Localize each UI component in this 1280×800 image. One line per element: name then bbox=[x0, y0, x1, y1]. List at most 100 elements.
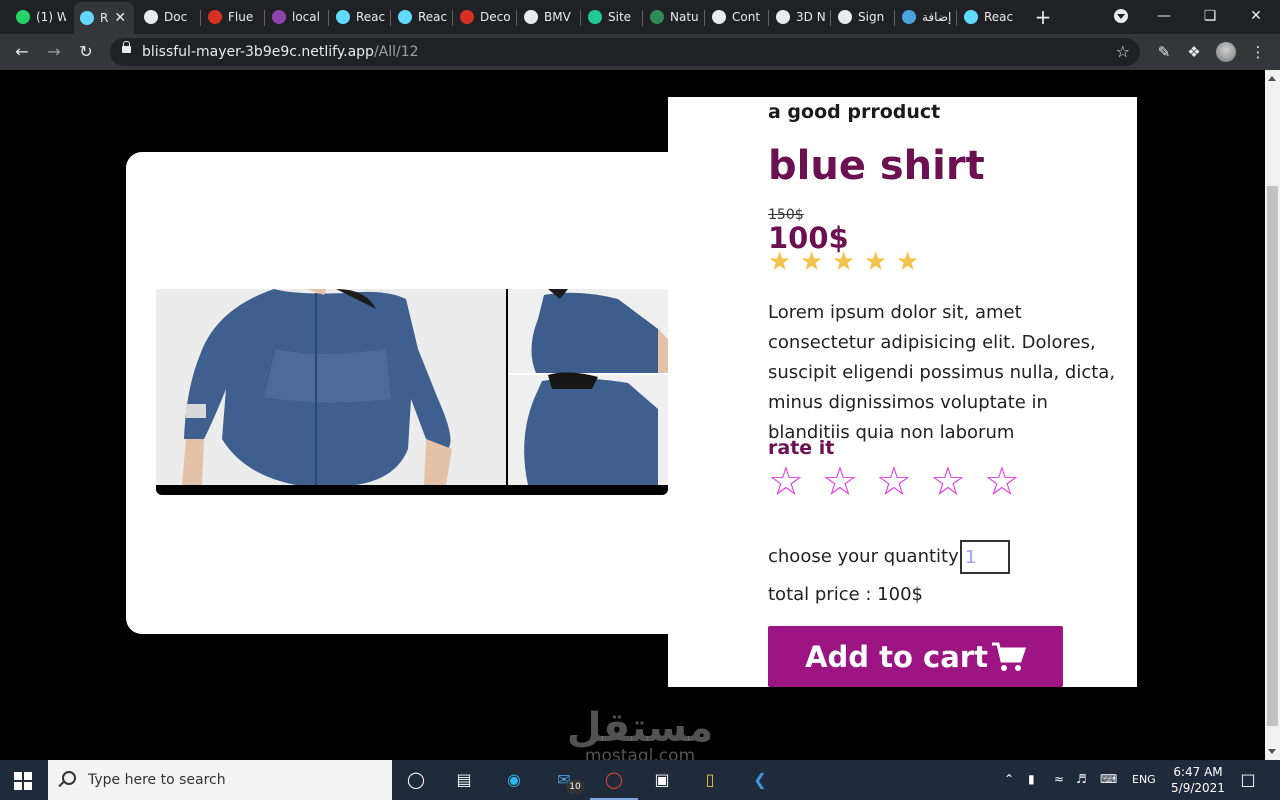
address-bar[interactable]: blissful-mayer-3b9e9c.netlify.app/All/12… bbox=[110, 38, 1140, 66]
new-tab-button[interactable]: + bbox=[1034, 5, 1052, 29]
g-icon bbox=[272, 10, 286, 24]
chrome-icon[interactable]: ◯ bbox=[602, 768, 626, 792]
w-icon bbox=[650, 10, 664, 24]
browser-tab[interactable]: Deco bbox=[454, 4, 512, 30]
browser-tab[interactable]: Doc bbox=[138, 4, 196, 30]
browser-tab[interactable]: Reac bbox=[392, 4, 448, 30]
tab-search-icon[interactable] bbox=[1114, 9, 1128, 23]
volume-icon[interactable]: ♬ bbox=[1076, 772, 1087, 786]
url-text: blissful-mayer-3b9e9c.netlify.app/All/12 bbox=[142, 44, 419, 60]
total-price: total price : 100$ bbox=[768, 584, 923, 605]
browser-tab[interactable]: Reac bbox=[958, 4, 1014, 30]
add-to-cart-button[interactable]: Add to cart bbox=[768, 626, 1063, 687]
tray-chevron-icon[interactable]: ⌃ bbox=[1004, 772, 1014, 786]
product-photo-front bbox=[156, 289, 506, 485]
tab-separator bbox=[642, 10, 643, 26]
rating-star-icon: ★ bbox=[864, 247, 888, 277]
react-icon bbox=[80, 11, 94, 25]
lock-icon bbox=[122, 41, 131, 53]
browser-tab[interactable]: 3D N bbox=[770, 4, 826, 30]
windows-start-icon[interactable] bbox=[14, 772, 32, 790]
mail-badge: 10 bbox=[566, 780, 584, 794]
tab-separator bbox=[516, 10, 517, 26]
browser-tab-label: (1) W bbox=[36, 10, 66, 24]
product-image bbox=[156, 289, 668, 495]
store-icon[interactable]: ▣ bbox=[650, 768, 674, 792]
restore-icon[interactable]: ❏ bbox=[1200, 6, 1220, 26]
tab-separator bbox=[200, 10, 201, 26]
browser-tab-label: إضافة bbox=[922, 10, 952, 24]
quantity-input[interactable] bbox=[960, 540, 1010, 574]
browser-tab-label: Cont bbox=[732, 10, 761, 24]
tab-separator bbox=[704, 10, 705, 26]
product-title: blue shirt bbox=[768, 143, 985, 189]
scroll-up-icon[interactable] bbox=[1268, 76, 1276, 81]
task-view-icon[interactable]: ▤ bbox=[452, 768, 476, 792]
browser-tab[interactable]: R ✕ bbox=[74, 2, 134, 34]
browser-tab[interactable]: إضافة bbox=[896, 4, 952, 30]
browser-tab-label: R bbox=[100, 11, 109, 25]
rating-star-icon: ★ bbox=[896, 247, 920, 277]
rate-star-icon[interactable]: ☆ bbox=[768, 459, 822, 505]
taskbar-clock[interactable]: 6:47 AM 5/9/2021 bbox=[1170, 764, 1226, 796]
bookmark-star-icon[interactable]: ☆ bbox=[1116, 42, 1130, 61]
taskbar-search-placeholder: Type here to search bbox=[88, 772, 226, 788]
browser-tab[interactable]: Site bbox=[582, 4, 638, 30]
rating-star-icon: ★ bbox=[768, 247, 792, 277]
file-explorer-icon[interactable]: ▯ bbox=[698, 768, 722, 792]
back-icon[interactable]: ← bbox=[12, 42, 32, 62]
whatsapp-icon bbox=[16, 10, 30, 24]
clock-date: 5/9/2021 bbox=[1171, 781, 1225, 795]
browser-tab-label: Reac bbox=[418, 10, 448, 24]
browser-tab[interactable]: Reac bbox=[330, 4, 386, 30]
browser-tab[interactable]: BMV bbox=[518, 4, 576, 30]
keyboard-icon[interactable]: ⌨ bbox=[1100, 772, 1117, 786]
react-icon bbox=[964, 10, 978, 24]
rate-star-icon[interactable]: ☆ bbox=[876, 459, 930, 505]
notifications-icon[interactable]: □ bbox=[1236, 768, 1260, 792]
browser-tab[interactable]: Natu bbox=[644, 4, 700, 30]
tab-separator bbox=[264, 10, 265, 26]
browser-tab[interactable]: (1) W bbox=[10, 4, 66, 30]
browser-tab[interactable]: Cont bbox=[706, 4, 764, 30]
browser-tab-strip: (1) W R ✕ Doc Flue local Reac Reac Deco BMV Site Na… bbox=[0, 0, 1280, 34]
scroll-down-icon[interactable] bbox=[1268, 749, 1276, 754]
extension-pen-icon[interactable]: ✎ bbox=[1154, 42, 1174, 62]
browser-tab[interactable]: local bbox=[266, 4, 324, 30]
browser-tab-label: Reac bbox=[984, 10, 1014, 24]
product-photo-side bbox=[508, 289, 668, 485]
cortana-icon[interactable]: ◯ bbox=[404, 768, 428, 792]
battery-icon[interactable]: ▮ bbox=[1028, 772, 1035, 786]
vscode-icon[interactable]: ❮ bbox=[748, 768, 772, 792]
watermark-logo: مستقل mostaql.com bbox=[560, 708, 720, 765]
browser-tab[interactable]: Sign bbox=[832, 4, 890, 30]
reload-icon[interactable]: ↻ bbox=[76, 42, 96, 62]
page-scrollbar[interactable] bbox=[1265, 70, 1280, 760]
tab-separator bbox=[452, 10, 453, 26]
close-window-icon[interactable]: ✕ bbox=[1246, 6, 1266, 26]
tab-separator bbox=[580, 10, 581, 26]
scroll-thumb[interactable] bbox=[1267, 186, 1278, 726]
product-image-card bbox=[126, 152, 686, 634]
language-indicator[interactable]: ENG bbox=[1132, 773, 1156, 786]
extensions-puzzle-icon[interactable]: ❖ bbox=[1184, 42, 1204, 62]
tab-separator bbox=[328, 10, 329, 26]
rate-star-icon[interactable]: ☆ bbox=[822, 459, 876, 505]
edge-icon[interactable]: ◉ bbox=[502, 768, 526, 792]
taskbar-search-box[interactable]: Type here to search bbox=[48, 760, 392, 800]
m-icon bbox=[460, 10, 474, 24]
close-tab-icon[interactable]: ✕ bbox=[114, 10, 126, 26]
profile-avatar[interactable] bbox=[1216, 42, 1236, 62]
rate-star-icon[interactable]: ☆ bbox=[930, 459, 984, 505]
rating-star-icon: ★ bbox=[800, 247, 824, 277]
browser-tab-label: Doc bbox=[164, 10, 188, 24]
browser-toolbar: ← → ↻ blissful-mayer-3b9e9c.netlify.app/… bbox=[0, 34, 1280, 70]
menu-kebab-icon[interactable]: ⋮ bbox=[1248, 42, 1268, 62]
ring-icon bbox=[902, 10, 916, 24]
browser-tab[interactable]: Flue bbox=[202, 4, 260, 30]
wifi-icon[interactable]: ≈ bbox=[1054, 772, 1064, 786]
minimize-icon[interactable]: — bbox=[1154, 6, 1174, 26]
rate-star-icon[interactable]: ☆ bbox=[984, 459, 1038, 505]
forward-icon[interactable]: → bbox=[44, 42, 64, 62]
tab-separator bbox=[390, 10, 391, 26]
